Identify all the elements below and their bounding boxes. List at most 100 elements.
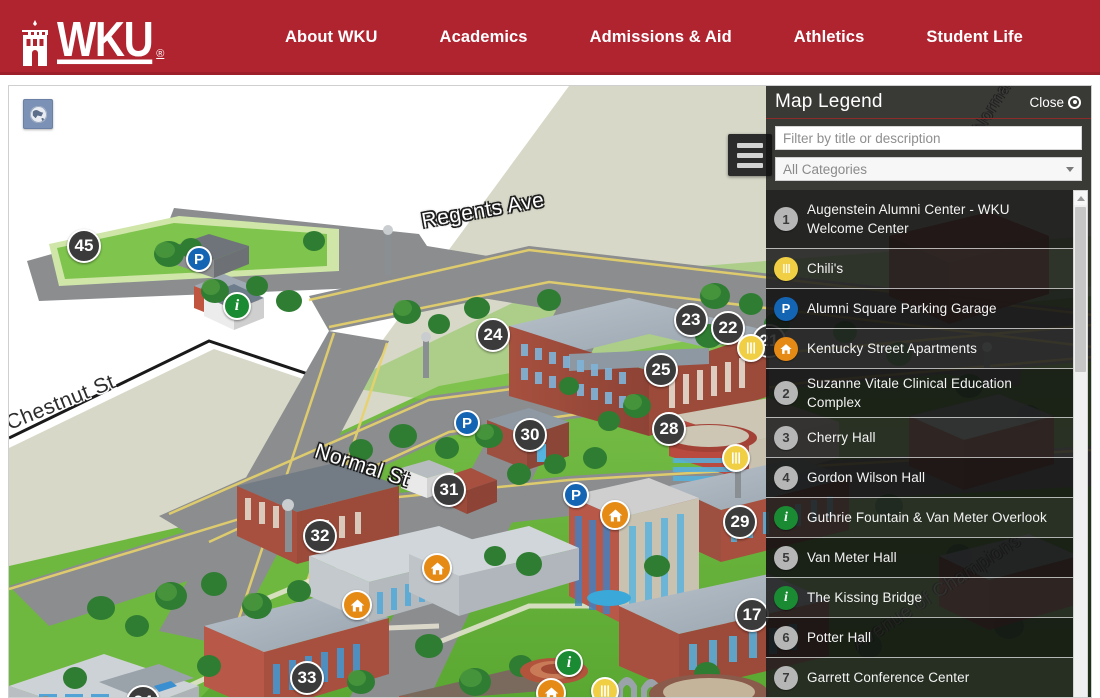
map-marker-28-pin: 28 <box>652 412 686 446</box>
map-marker-24[interactable]: 24 <box>476 318 510 352</box>
legend-number-icon: 5 <box>774 546 798 570</box>
map-marker-housing-icon[interactable] <box>536 678 566 698</box>
map-viewport: Avenue of Champions Normal Chestnut St R… <box>0 75 1100 698</box>
map-marker-32[interactable]: 32 <box>303 519 337 553</box>
hamburger-bar-1 <box>737 143 763 148</box>
legend-filter-input[interactable] <box>775 126 1082 150</box>
legend-number-icon: 4 <box>774 466 798 490</box>
legend-list-item[interactable]: i Guthrie Fountain & Van Meter Overlook <box>766 497 1074 537</box>
map-marker-33[interactable]: 33 <box>290 661 324 695</box>
map-marker-parking-icon-pin: P <box>563 482 589 508</box>
legend-close-button[interactable]: Close <box>1029 95 1081 110</box>
nav-admissions-aid[interactable]: Admissions & Aid <box>590 28 732 47</box>
scroll-up-arrow-icon[interactable] <box>1074 191 1087 205</box>
map-marker-32-pin: 32 <box>303 519 337 553</box>
legend-list-item[interactable]: 2 Suzanne Vitale Clinical Education Compl… <box>766 368 1074 417</box>
map-marker-17[interactable]: 17 <box>735 598 769 632</box>
dining-icon <box>774 257 798 281</box>
legend-number-icon: 3 <box>774 426 798 450</box>
map-marker-31[interactable]: 31 <box>432 473 466 507</box>
legend-list-item[interactable]: 5Van Meter Hall <box>766 537 1074 577</box>
legend-list-item[interactable]: P Alumni Square Parking Garage <box>766 288 1074 328</box>
map-marker-housing-icon[interactable] <box>600 500 630 530</box>
info-icon: i <box>774 586 798 610</box>
map-marker-34-pin: 34 <box>126 685 160 698</box>
map-marker-dining-icon-pin <box>722 444 750 472</box>
legend-item-label: Suzanne Vitale Clinical Education Comple… <box>807 374 1064 412</box>
map-marker-dining-icon-pin <box>591 677 619 698</box>
map-marker-info-icon[interactable]: i <box>223 292 251 320</box>
legend-list-item[interactable]: Kentucky Street Apartments <box>766 328 1074 368</box>
legend-list[interactable]: 1 Augenstein Alumni Center - WKU Welcome … <box>766 190 1074 698</box>
map-marker-dining-icon[interactable] <box>737 334 765 362</box>
legend-scrollbar[interactable] <box>1073 190 1088 698</box>
legend-item-label: Augenstein Alumni Center - WKU Welcome C… <box>807 200 1064 238</box>
map-marker-29[interactable]: 29 <box>723 505 757 539</box>
map-marker-housing-icon-pin <box>342 590 372 620</box>
nav-athletics[interactable]: Athletics <box>794 28 865 47</box>
map-marker-parking-icon-pin: P <box>186 246 212 272</box>
map-marker-23[interactable]: 23 <box>674 303 708 337</box>
globe-icon <box>29 105 48 124</box>
map-marker-housing-icon[interactable] <box>422 553 452 583</box>
map-legend-panel: Map Legend Close All Categories 1 Augenst… <box>766 86 1091 698</box>
nav-student-life[interactable]: Student Life <box>926 28 1023 47</box>
map-marker-25[interactable]: 25 <box>644 353 678 387</box>
legend-list-item[interactable]: 4 Gordon Wilson Hall <box>766 457 1074 497</box>
globe-icon-button[interactable] <box>23 99 53 129</box>
map-marker-parking-icon[interactable]: P <box>563 482 589 508</box>
map-marker-parking-icon[interactable]: P <box>454 410 480 436</box>
legend-number-icon: 2 <box>774 381 798 405</box>
map-marker-30-pin: 30 <box>513 418 547 452</box>
legend-item-label: Alumni Square Parking Garage <box>807 299 997 318</box>
legend-item-label: Gordon Wilson Hall <box>807 468 925 487</box>
map-marker-parking-icon[interactable]: P <box>186 246 212 272</box>
map-marker-dining-icon-pin <box>737 334 765 362</box>
legend-scroll-thumb[interactable] <box>1075 207 1086 372</box>
legend-list-item[interactable]: 3 Cherry Hall <box>766 417 1074 457</box>
legend-list-item[interactable]: Chili's <box>766 248 1074 288</box>
legend-close-label: Close <box>1029 95 1064 110</box>
legend-title: Map Legend <box>775 91 883 113</box>
map-marker-25-pin: 25 <box>644 353 678 387</box>
map-marker-30[interactable]: 30 <box>513 418 547 452</box>
interactive-campus-map[interactable]: Avenue of Champions Normal Chestnut St R… <box>8 85 1092 698</box>
wku-registered-mark: ® <box>156 49 164 59</box>
legend-list-wrapper: 1 Augenstein Alumni Center - WKU Welcome … <box>766 190 1091 698</box>
info-icon: i <box>774 506 798 530</box>
legend-header: Map Legend Close <box>766 86 1091 119</box>
legend-item-label: Guthrie Fountain & Van Meter Overlook <box>807 508 1047 527</box>
map-marker-housing-icon[interactable] <box>342 590 372 620</box>
legend-item-label: Cherry Hall <box>807 428 876 447</box>
legend-list-item[interactable]: 6Potter Hall <box>766 617 1074 657</box>
map-marker-33-pin: 33 <box>290 661 324 695</box>
map-marker-info-icon-pin: i <box>555 649 583 677</box>
map-marker-dining-icon[interactable] <box>722 444 750 472</box>
legend-list-item[interactable]: 1 Augenstein Alumni Center - WKU Welcome … <box>766 190 1074 248</box>
legend-item-label: Kentucky Street Apartments <box>807 339 977 358</box>
close-target-icon <box>1068 96 1081 109</box>
legend-number-icon: 6 <box>774 626 798 650</box>
legend-item-label: The Kissing Bridge <box>807 588 922 607</box>
wku-logo-text: WKU <box>57 18 152 63</box>
map-marker-34[interactable]: 34 <box>126 685 160 698</box>
map-marker-29-pin: 29 <box>723 505 757 539</box>
legend-category-select[interactable]: All Categories <box>775 157 1082 181</box>
map-marker-housing-icon-pin <box>536 678 566 698</box>
map-marker-info-icon[interactable]: i <box>555 649 583 677</box>
legend-item-label: Garrett Conference Center <box>807 668 969 687</box>
nav-about-wku[interactable]: About WKU <box>285 28 378 47</box>
legend-list-item[interactable]: i The Kissing Bridge <box>766 577 1074 617</box>
legend-list-item[interactable]: 7Garrett Conference Center <box>766 657 1074 697</box>
legend-number-icon: 1 <box>774 207 798 231</box>
map-marker-45[interactable]: 45 <box>67 229 101 263</box>
site-header: WKU ® About WKU Academics Admissions & A… <box>0 0 1100 75</box>
map-marker-dining-icon[interactable] <box>591 677 619 698</box>
map-marker-parking-icon-pin: P <box>454 410 480 436</box>
map-marker-28[interactable]: 28 <box>652 412 686 446</box>
wku-logo[interactable]: WKU ® <box>18 12 203 64</box>
nav-academics[interactable]: Academics <box>440 28 528 47</box>
parking-icon: P <box>774 297 798 321</box>
map-marker-24-pin: 24 <box>476 318 510 352</box>
hamburger-bar-2 <box>737 153 763 158</box>
